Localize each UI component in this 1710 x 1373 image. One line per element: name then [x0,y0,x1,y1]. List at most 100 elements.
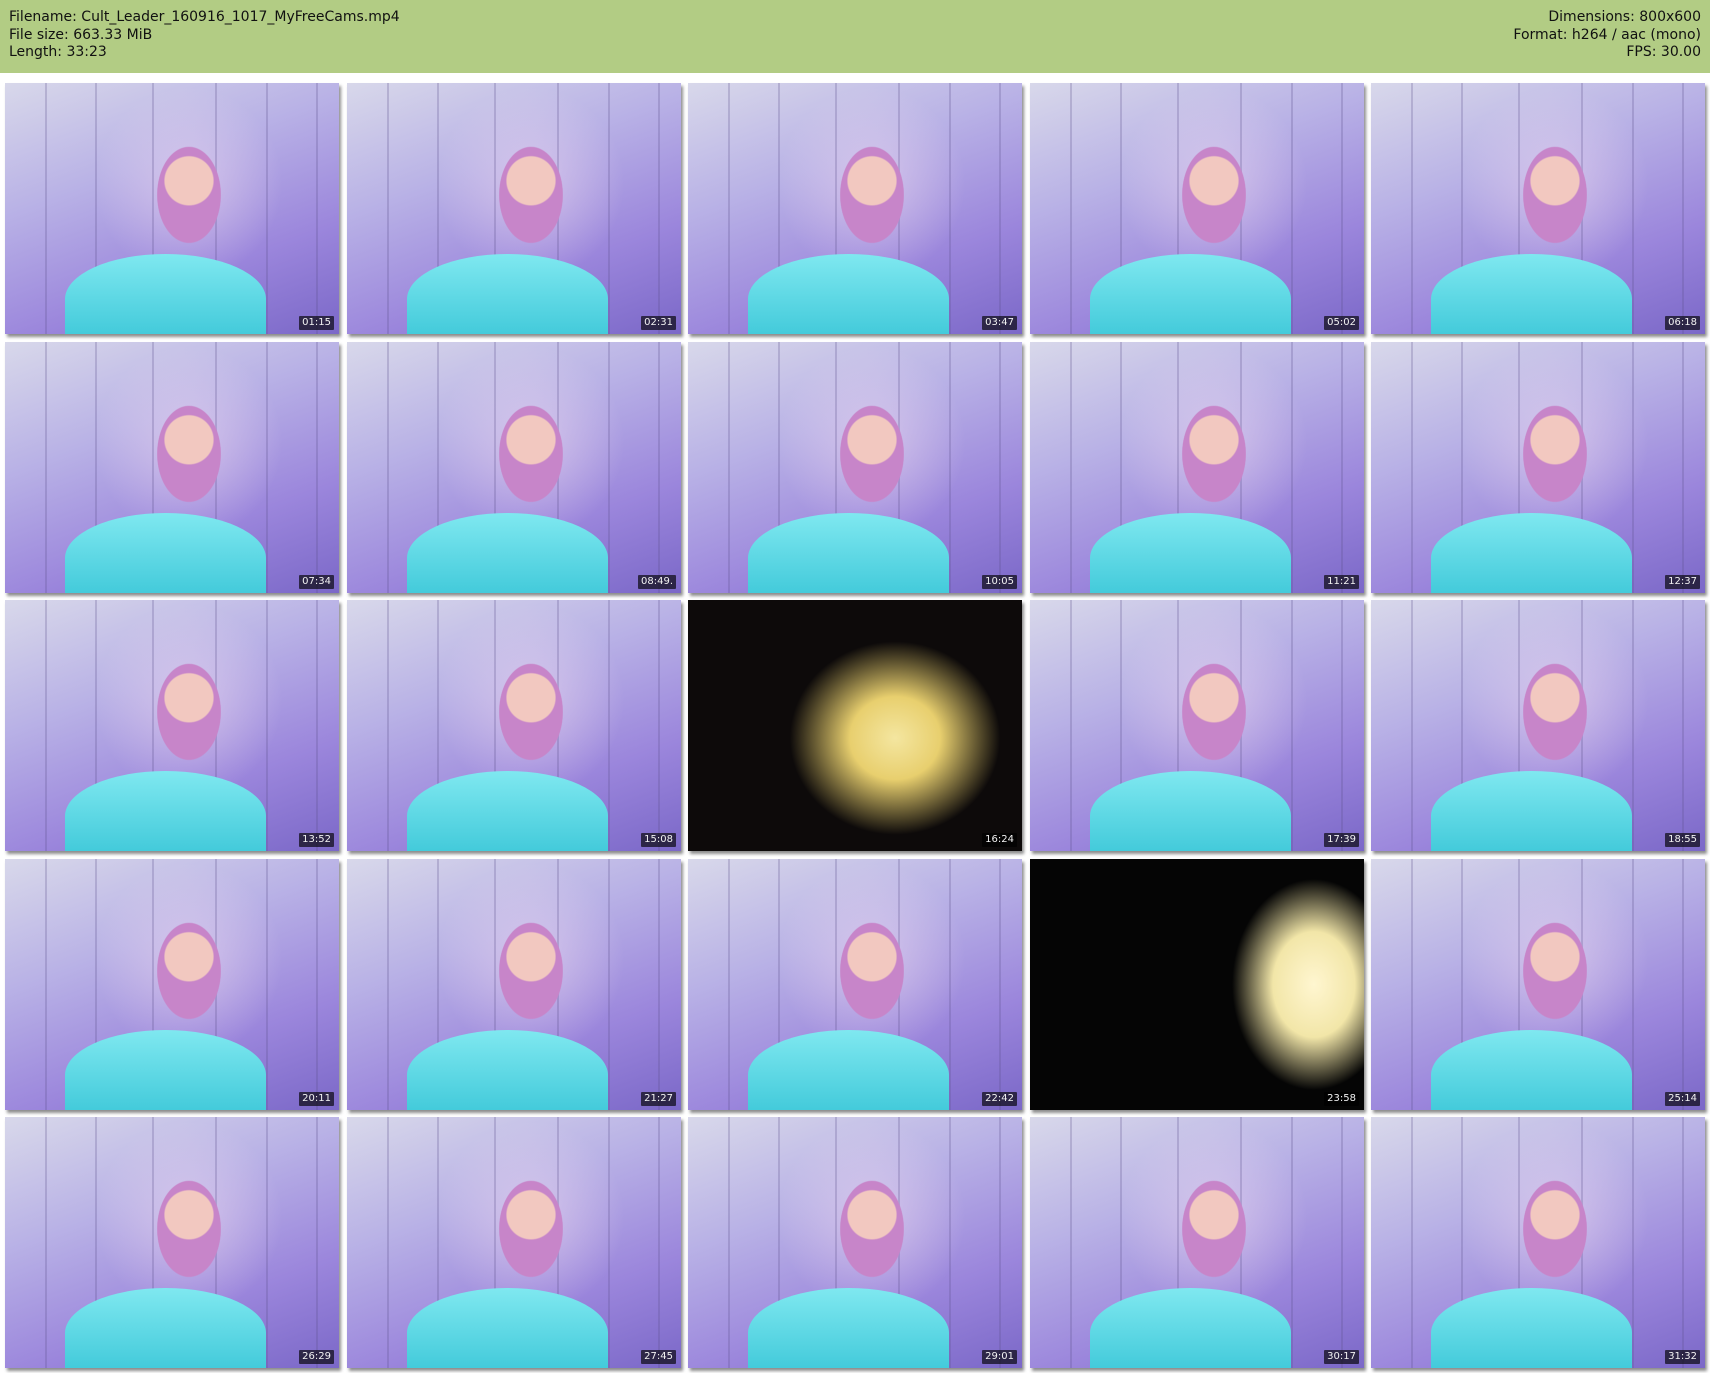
frame-image [1030,342,1364,593]
timestamp-label: 11:21 [1324,575,1359,589]
frame-image [5,859,339,1110]
timestamp-label: 03:47 [982,316,1017,330]
wall-stripe [1291,342,1293,593]
robe-shape [407,253,608,334]
robe-shape [1090,512,1291,593]
timestamp-label: 06:18 [1665,316,1700,330]
timestamp-label: 13:52 [299,833,334,847]
thumbnail-frame[interactable]: 20:11 [5,859,339,1110]
frame-image [1030,600,1364,851]
thumbnail-frame[interactable]: 30:17 [1030,1117,1364,1368]
wall-stripe [1341,600,1343,851]
timestamp-label: 16:24 [982,833,1017,847]
wall-stripe [999,1117,1001,1368]
robe-shape [1090,1287,1291,1368]
wall-stripe [316,1117,318,1368]
thumbnail-frame[interactable]: 29:01 [688,1117,1022,1368]
timestamp-label: 15:08 [641,833,676,847]
wall-stripe [1291,600,1293,851]
wall-stripe [1632,859,1634,1110]
thumbnail-frame[interactable]: 08:49. [347,342,681,593]
thumbnail-frame[interactable]: 07:34 [5,342,339,593]
thumbnail-frame[interactable]: 05:02 [1030,83,1364,334]
wall-stripe [45,342,47,593]
timestamp-label: 17:39 [1324,833,1359,847]
timestamp-label: 02:31 [641,316,676,330]
thumbnail-frame[interactable]: 02:31 [347,83,681,334]
frame-image [1371,342,1705,593]
thumbnail-frame[interactable]: 25:14 [1371,859,1705,1110]
frame-image [347,342,681,593]
wall-stripe [728,342,730,593]
wall-stripe [45,859,47,1110]
timestamp-label: 29:01 [982,1350,1017,1364]
frame-image [688,83,1022,334]
timestamp-label: 18:55 [1665,833,1700,847]
wall-stripe [1632,83,1634,334]
thumbnail-frame[interactable]: 03:47 [688,83,1022,334]
wall-stripe [999,342,1001,593]
robe-shape [1431,1287,1632,1368]
frame-image [1371,600,1705,851]
frame-image [688,342,1022,593]
wall-stripe [1411,342,1413,593]
thumbnail-frame[interactable]: 06:18 [1371,83,1705,334]
frame-image [347,600,681,851]
thumbnail-frame[interactable]: 23:58 [1030,859,1364,1110]
thumbnail-frame[interactable]: 21:27 [347,859,681,1110]
wall-stripe [387,83,389,334]
thumbnail-frame[interactable]: 01:15 [5,83,339,334]
robe-shape [65,1029,266,1110]
wall-stripe [608,859,610,1110]
thumbnail-frame[interactable]: 22:42 [688,859,1022,1110]
wall-stripe [1291,1117,1293,1368]
thumbnail-frame[interactable]: 27:45 [347,1117,681,1368]
robe-shape [1431,512,1632,593]
wall-stripe [1411,83,1413,334]
robe-shape [407,512,608,593]
wall-stripe [387,1117,389,1368]
frame-image [5,83,339,334]
thumbnail-frame[interactable]: 10:05 [688,342,1022,593]
robe-shape [65,770,266,851]
frame-image [5,600,339,851]
thumbnail-frame[interactable]: 13:52 [5,600,339,851]
wall-stripe [608,83,610,334]
thumbnail-frame[interactable]: 11:21 [1030,342,1364,593]
wall-stripe [608,600,610,851]
timestamp-label: 30:17 [1324,1350,1359,1364]
wall-stripe [1632,1117,1634,1368]
wall-stripe [999,859,1001,1110]
timestamp-label: 27:45 [641,1350,676,1364]
timestamp-label: 26:29 [299,1350,334,1364]
wall-stripe [45,1117,47,1368]
wall-stripe [316,859,318,1110]
thumbnail-frame[interactable]: 18:55 [1371,600,1705,851]
thumbnail-frame[interactable]: 12:37 [1371,342,1705,593]
wall-stripe [266,83,268,334]
frame-image [1371,83,1705,334]
wall-stripe [949,859,951,1110]
thumbnail-frame[interactable]: 15:08 [347,600,681,851]
wall-stripe [1070,83,1072,334]
timestamp-label: 23:58 [1324,1092,1359,1106]
timestamp-label: 25:14 [1665,1092,1700,1106]
wall-stripe [1411,859,1413,1110]
thumbnail-frame[interactable]: 31:32 [1371,1117,1705,1368]
wall-stripe [1341,342,1343,593]
thumbnail-frame[interactable]: 17:39 [1030,600,1364,851]
frame-image [688,1117,1022,1368]
wall-stripe [1632,342,1634,593]
timestamp-label: 21:27 [641,1092,676,1106]
wall-stripe [658,859,660,1110]
wall-stripe [387,600,389,851]
robe-shape [407,770,608,851]
timestamp-label: 20:11 [299,1092,334,1106]
thumbnail-frame[interactable]: 26:29 [5,1117,339,1368]
timestamp-label: 10:05 [982,575,1017,589]
wall-stripe [949,342,951,593]
wall-stripe [1682,83,1684,334]
robe-shape [1431,770,1632,851]
thumbnail-frame[interactable]: 16:24 [688,600,1022,851]
wall-stripe [949,1117,951,1368]
